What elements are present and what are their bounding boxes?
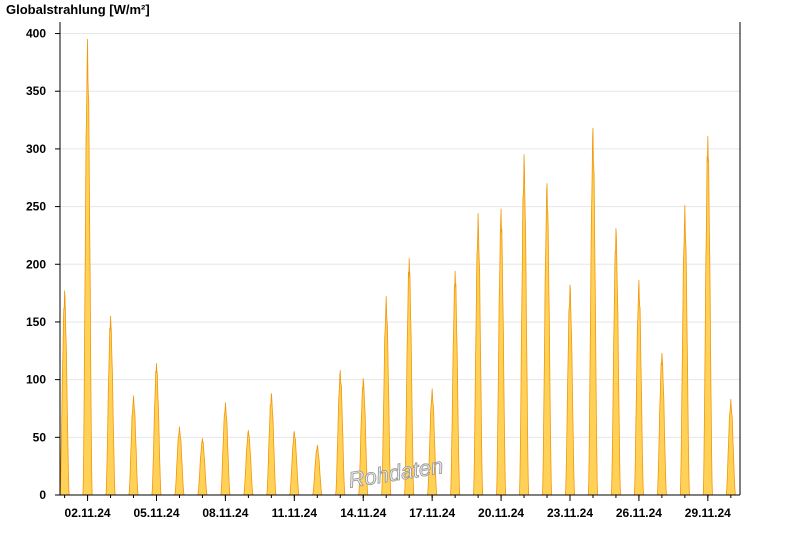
radiation-peak-12.11.24 — [312, 444, 323, 496]
y-tick-label: 400 — [26, 27, 46, 41]
radiation-peak-02.11.24 — [82, 38, 93, 496]
radiation-peak-29.11.24 — [702, 135, 713, 496]
y-axis-title: Globalstrahlung [W/m²] — [6, 2, 150, 17]
radiation-peak-26.11.24 — [633, 280, 644, 496]
x-axis-ticks: 02.11.24 05.11.24 08.11.24 11.11.24 14.11.24… — [64, 495, 732, 520]
radiation-peak-24.11.24 — [587, 127, 598, 496]
x-tick-label: 26.11.24 — [616, 506, 662, 520]
y-tick-label: 250 — [26, 200, 46, 214]
radiation-chart: Rohdaten 050100150200250300350400 02.11.… — [6, 2, 741, 520]
y-tick-label: 50 — [33, 430, 47, 444]
radiation-peak-11.11.24 — [289, 431, 300, 496]
x-tick-label: 11.11.24 — [272, 506, 318, 520]
x-tick-label: 02.11.24 — [65, 506, 111, 520]
radiation-peak-22.11.24 — [542, 183, 553, 496]
y-tick-label: 350 — [26, 84, 46, 98]
radiation-peak-03.11.24 — [105, 315, 116, 496]
radiation-peak-08.11.24 — [220, 402, 231, 496]
radiation-peak-07.11.24 — [197, 438, 208, 496]
x-tick-label: 08.11.24 — [202, 506, 248, 520]
y-tick-label: 0 — [39, 488, 46, 502]
x-tick-label: 23.11.24 — [547, 506, 593, 520]
radiation-peak-27.11.24 — [656, 352, 667, 496]
radiation-peak-10.11.24 — [266, 393, 277, 496]
x-tick-label: 20.11.24 — [478, 506, 524, 520]
daily-radiation-peaks — [59, 38, 736, 496]
radiation-peak-05.11.24 — [151, 363, 162, 496]
x-tick-label: 17.11.24 — [409, 506, 455, 520]
radiation-peak-19.11.24 — [473, 213, 484, 496]
radiation-peak-21.11.24 — [519, 154, 530, 496]
radiation-peak-01.11.24 — [59, 290, 70, 496]
radiation-peak-25.11.24 — [610, 228, 621, 496]
y-axis-ticks: 0 50 100 150 200 250 300 350 400 — [26, 27, 60, 502]
y-tick-label: 100 — [26, 373, 46, 387]
radiation-peak-13.11.24 — [335, 370, 346, 496]
radiation-peak-09.11.24 — [243, 430, 254, 496]
radiation-peak-23.11.24 — [565, 284, 575, 496]
x-tick-label: 29.11.24 — [685, 506, 731, 520]
radiation-peak-20.11.24 — [496, 208, 507, 496]
x-tick-label: 14.11.24 — [340, 506, 386, 520]
y-tick-label: 200 — [26, 257, 46, 271]
y-tick-label: 300 — [26, 142, 46, 156]
y-tick-label: 150 — [26, 315, 46, 329]
x-tick-label: 05.11.24 — [133, 506, 179, 520]
radiation-peak-28.11.24 — [679, 205, 690, 496]
radiation-peak-04.11.24 — [128, 395, 139, 496]
radiation-peak-30.11.24 — [725, 398, 736, 496]
radiation-peak-18.11.24 — [450, 270, 461, 496]
